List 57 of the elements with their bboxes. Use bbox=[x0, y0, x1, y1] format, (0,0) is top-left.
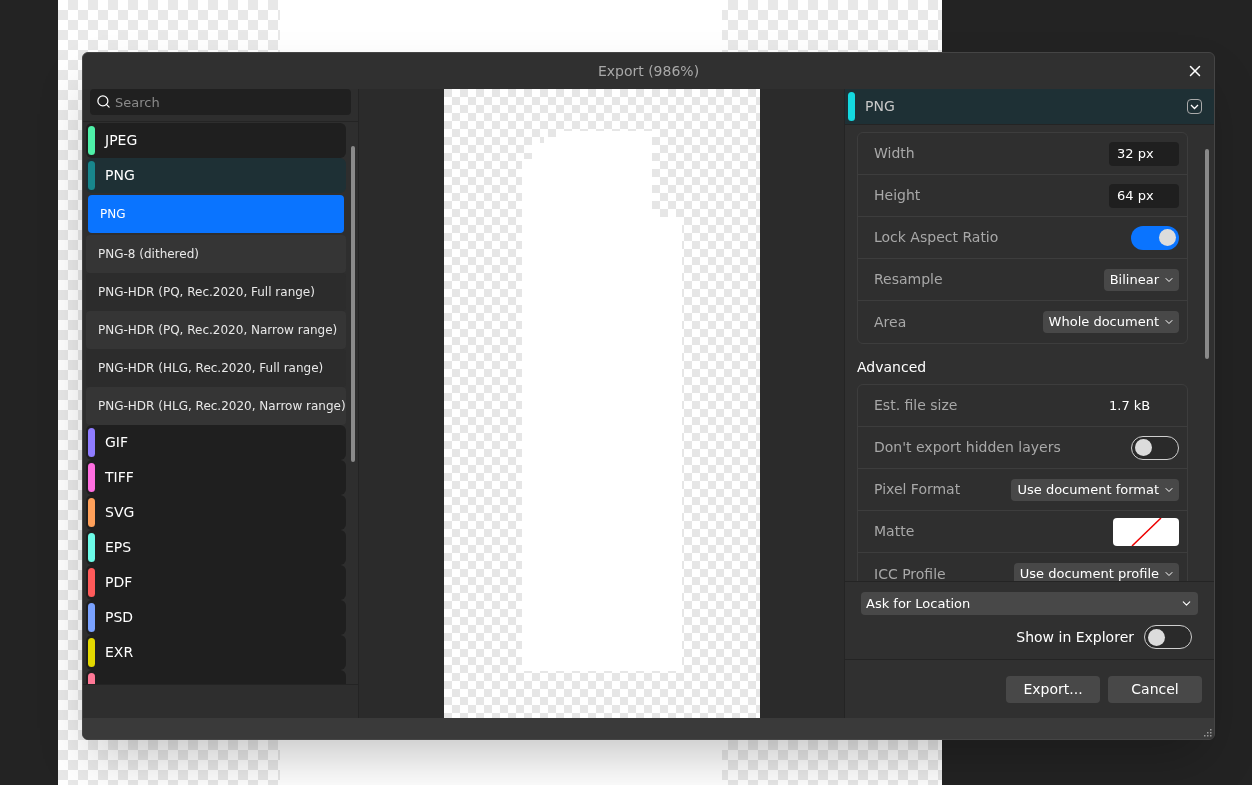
preset-item[interactable]: PNG-HDR (PQ, Rec.2020, Narrow range) bbox=[86, 311, 346, 349]
file-size-value: 1.7 kB bbox=[1109, 396, 1152, 415]
format-label: EPS bbox=[105, 538, 132, 557]
location-dropdown[interactable]: Ask for Location bbox=[861, 592, 1198, 615]
format-group[interactable]: EPS bbox=[86, 530, 346, 565]
dialog-button[interactable]: Cancel bbox=[1108, 675, 1202, 703]
toggle-switch[interactable] bbox=[1131, 435, 1179, 460]
chevron-icon bbox=[1190, 103, 1199, 110]
setting-label: Don't export hidden layers bbox=[874, 438, 1061, 457]
input-field[interactable]: 64 px bbox=[1109, 183, 1179, 208]
collapse-button[interactable] bbox=[1187, 99, 1202, 114]
section-heading: Advanced bbox=[857, 358, 928, 377]
setting-label: Lock Aspect Ratio bbox=[874, 228, 999, 247]
setting-label: ICC Profile bbox=[874, 564, 946, 581]
input-field[interactable]: 32 px bbox=[1109, 141, 1179, 166]
search-icon bbox=[96, 94, 111, 109]
toggle-switch[interactable] bbox=[1144, 625, 1192, 649]
format-label: TIFF bbox=[105, 468, 134, 487]
format-label: PSD bbox=[105, 608, 134, 627]
preset-item[interactable]: PNG-8 (dithered) bbox=[86, 235, 346, 273]
dropdown[interactable]: Whole document bbox=[1042, 311, 1179, 333]
search-field[interactable]: Search bbox=[90, 89, 351, 115]
setting-label: Width bbox=[874, 144, 915, 163]
format-label: SVG bbox=[105, 503, 135, 522]
dropdown[interactable]: Use document profile bbox=[1013, 563, 1179, 581]
dropdown[interactable]: Use document format bbox=[1011, 478, 1179, 501]
preset-item[interactable]: PNG-HDR (HLG, Rec.2020, Narrow range) bbox=[86, 387, 346, 425]
preset-item[interactable]: PNG bbox=[88, 195, 344, 233]
dropdown[interactable]: Bilinear bbox=[1103, 268, 1179, 291]
format-group[interactable]: PSD bbox=[86, 600, 346, 635]
format-label: EXR bbox=[105, 643, 134, 662]
setting-label: Est. file size bbox=[874, 396, 958, 415]
format-label: PNG bbox=[105, 166, 135, 185]
resize-grip-icon bbox=[1202, 727, 1212, 737]
setting-label: Height bbox=[874, 186, 921, 205]
scrollbar-thumb[interactable] bbox=[1205, 149, 1209, 359]
format-label: GIF bbox=[105, 433, 129, 452]
toggle-switch[interactable] bbox=[1131, 225, 1179, 250]
format-group[interactable]: TIFF bbox=[86, 460, 346, 495]
setting-label: Area bbox=[874, 312, 907, 332]
format-group[interactable]: PNG bbox=[86, 158, 346, 193]
scrollbar-thumb[interactable] bbox=[351, 146, 355, 462]
setting-label: Pixel Format bbox=[874, 480, 961, 499]
setting-label: Matte bbox=[874, 522, 915, 541]
format-label: JPEG bbox=[105, 131, 138, 150]
format-group[interactable]: PDF bbox=[86, 565, 346, 600]
format-group[interactable]: GIF bbox=[86, 425, 346, 460]
format-group[interactable]: EXR bbox=[86, 635, 346, 670]
matte-swatch[interactable] bbox=[1113, 517, 1179, 546]
toggle-label: Show in Explorer bbox=[1016, 627, 1134, 647]
format-title: PNG bbox=[865, 97, 896, 116]
format-group[interactable]: JPEG bbox=[86, 123, 346, 158]
setting-label: Resample bbox=[874, 270, 943, 289]
dialog-button[interactable]: Export... bbox=[1006, 675, 1100, 703]
format-label: PDF bbox=[105, 573, 133, 592]
format-group[interactable]: SVG bbox=[86, 495, 346, 530]
window-title: Export (986%) bbox=[597, 61, 700, 81]
